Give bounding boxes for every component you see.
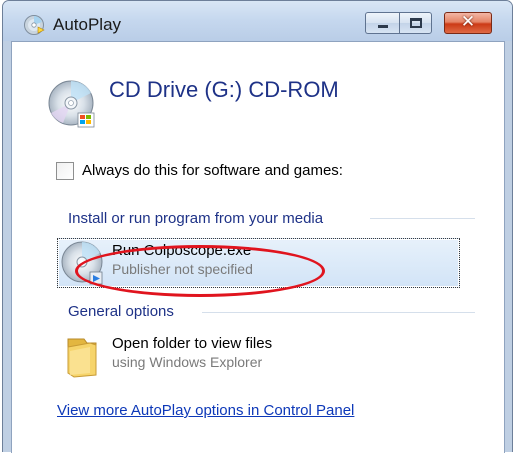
option-subtitle: using Windows Explorer	[112, 354, 263, 370]
folder-icon	[67, 338, 97, 378]
maximize-icon	[410, 18, 422, 28]
minimize-button[interactable]	[365, 12, 399, 34]
control-panel-link[interactable]: View more AutoPlay options in Control Pa…	[57, 402, 354, 419]
option-run-program[interactable]: Run Colposcope.exe Publisher not specifi…	[57, 238, 460, 288]
option-subtitle: Publisher not specified	[112, 261, 253, 277]
drive-title: CD Drive (G:) CD-ROM	[109, 77, 339, 102]
program-disc-icon	[61, 241, 103, 285]
close-icon: ✕	[460, 12, 476, 32]
always-do-this-label[interactable]: Always do this for software and games:	[82, 162, 343, 179]
option-open-folder[interactable]: Open folder to view files using Windows …	[57, 331, 460, 381]
content-panel: CD Drive (G:) CD-ROM Always do this for …	[11, 41, 505, 453]
maximize-button[interactable]	[399, 12, 432, 34]
title-bar[interactable]: AutoPlay ✕	[3, 1, 512, 41]
autoplay-window: AutoPlay ✕ CD Drive (G:) CD-ROM Always d…	[2, 0, 513, 453]
option-title: Run Colposcope.exe	[112, 242, 252, 259]
cd-drive-icon	[48, 80, 95, 128]
window-title: AutoPlay	[53, 15, 122, 34]
section-divider	[370, 218, 475, 219]
minimize-icon	[378, 25, 388, 28]
always-do-this-checkbox[interactable]	[56, 162, 74, 180]
option-title: Open folder to view files	[112, 335, 273, 352]
autoplay-cd-icon	[24, 15, 45, 35]
section-divider	[202, 312, 475, 313]
section-header-install: Install or run program from your media	[68, 210, 324, 227]
close-button[interactable]: ✕	[444, 12, 492, 34]
section-header-general: General options	[68, 303, 174, 320]
